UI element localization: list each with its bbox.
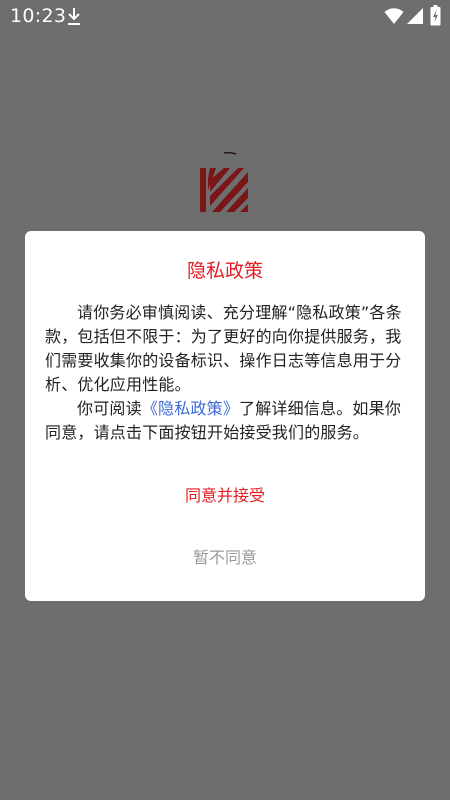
privacy-paragraph-1: 请你务必审慎阅读、充分理解“隐私政策”各条款，包括但不限于：为了更好的向你提供服… <box>45 303 402 394</box>
battery-charging-icon <box>430 5 441 26</box>
status-time: 10:23 <box>10 5 67 27</box>
signal-icon <box>407 8 423 24</box>
app-logo <box>200 151 248 212</box>
privacy-paragraph-2: 你可阅读《隐私政策》了解详细信息。如果你同意，请点击下面按钮开始接受我们的服务。 <box>45 397 409 445</box>
paragraph-2-prefix: 你可阅读 <box>77 399 142 418</box>
decline-button[interactable]: 暂不同意 <box>25 543 425 573</box>
privacy-policy-link[interactable]: 《隐私政策》 <box>142 399 239 418</box>
download-icon <box>68 8 80 25</box>
screen: 10:23 隐私政策 请你务必审慎阅读、充分理解“隐私政策”各条款，包括但不限于… <box>0 0 450 800</box>
accept-button[interactable]: 同意并接受 <box>25 481 425 511</box>
dialog-title: 隐私政策 <box>186 260 263 282</box>
dialog-body: 请你务必审慎阅读、充分理解“隐私政策”各条款，包括但不限于：为了更好的向你提供服… <box>45 301 409 445</box>
wifi-icon <box>384 8 404 24</box>
status-bar: 10:23 <box>0 0 450 34</box>
privacy-dialog: 隐私政策 请你务必审慎阅读、充分理解“隐私政策”各条款，包括但不限于：为了更好的… <box>25 231 425 601</box>
